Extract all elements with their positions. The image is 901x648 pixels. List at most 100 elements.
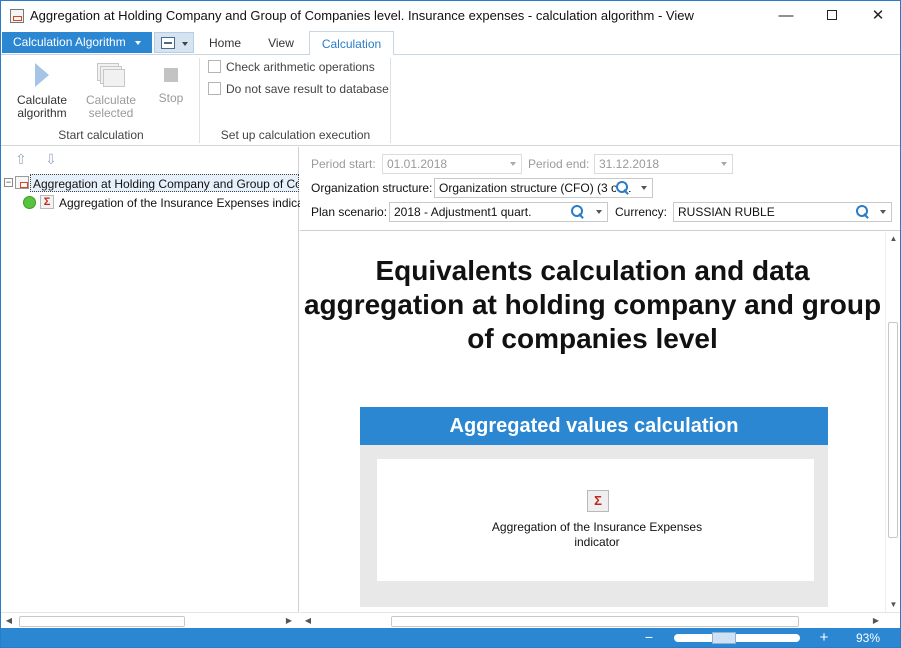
- group-separator: [199, 58, 200, 143]
- app-algorithm-icon: [10, 9, 24, 23]
- calculate-selected-icon: [97, 63, 125, 87]
- button-label: selected: [88, 106, 134, 120]
- checkbox-label: Do not save result to database: [226, 82, 389, 96]
- ribbon-panel: Calculate algorithm Calculate selected Sto…: [1, 55, 900, 146]
- stop-icon: [164, 68, 178, 82]
- currency-field[interactable]: RUSSIAN RUBLE: [673, 202, 892, 222]
- scroll-left-icon[interactable]: ◀: [300, 613, 316, 629]
- tab-calculation[interactable]: Calculation: [309, 31, 394, 56]
- tree-horizontal-scrollbar[interactable]: ◀ ▶: [1, 612, 299, 628]
- chevron-down-icon: [182, 42, 188, 46]
- printer-icon: [161, 37, 175, 49]
- zoom-slider-track[interactable]: [674, 634, 800, 642]
- field-value: 01.01.2018: [387, 157, 448, 171]
- report-canvas: Equivalents calculation and data aggrega…: [300, 232, 885, 612]
- field-value: 2018 - Adjustment1 quart.: [394, 205, 532, 219]
- report-horizontal-scrollbar[interactable]: ◀ ▶: [300, 612, 900, 628]
- period-start-label: Period start:: [311, 157, 376, 171]
- field-value: RUSSIAN RUBLE: [678, 205, 775, 219]
- title-bar: Aggregation at Holding Company and Group…: [1, 1, 900, 31]
- tab-home[interactable]: Home: [198, 31, 252, 55]
- zoom-in-button[interactable]: +: [816, 628, 832, 647]
- collapse-toggle-icon[interactable]: −: [4, 178, 13, 187]
- menu-button-label: Calculation Algorithm: [13, 35, 126, 49]
- algorithm-tree-panel: ⇧ ⇩ − Aggregation at Holding Company and…: [1, 147, 318, 628]
- minimize-button[interactable]: —: [763, 1, 809, 31]
- zoom-slider-thumb[interactable]: [712, 632, 736, 644]
- scroll-up-icon[interactable]: ▲: [886, 232, 900, 246]
- window-title: Aggregation at Holding Company and Group…: [30, 8, 694, 23]
- button-label: algorithm: [17, 106, 67, 120]
- scrollbar-thumb[interactable]: [888, 322, 898, 538]
- calculation-algorithm-menu-button[interactable]: Calculation Algorithm: [2, 32, 152, 53]
- block-item-label[interactable]: Aggregation of the Insurance Expenses in…: [477, 520, 717, 550]
- algorithm-icon: [15, 176, 29, 189]
- scroll-right-icon[interactable]: ▶: [868, 613, 884, 629]
- chevron-down-icon: [510, 162, 516, 166]
- chevron-down-icon: [135, 41, 141, 45]
- button-label: Calculate: [85, 93, 137, 107]
- scrollbar-thumb[interactable]: [19, 616, 185, 627]
- currency-label: Currency:: [615, 205, 668, 219]
- parameters-bar: Period start: 01.01.2018 Period end: 31.…: [300, 147, 900, 231]
- move-up-arrow-icon[interactable]: ⇧: [14, 152, 28, 166]
- maximize-icon: [827, 10, 837, 21]
- scroll-down-icon[interactable]: ▼: [886, 598, 900, 612]
- chevron-down-icon[interactable]: [641, 186, 647, 190]
- field-value: Organization structure (CFO) (3 of 1: [439, 181, 632, 195]
- chevron-down-icon[interactable]: [880, 210, 886, 214]
- move-down-arrow-icon[interactable]: ⇩: [44, 152, 58, 166]
- tab-view[interactable]: View: [254, 31, 308, 55]
- play-icon: [35, 63, 49, 87]
- close-button[interactable]: ✕: [855, 1, 900, 31]
- period-end-label: Period end:: [528, 157, 590, 171]
- ribbon-tab-row: Calculation Algorithm Home View Calculat…: [1, 31, 900, 56]
- scroll-left-icon[interactable]: ◀: [1, 613, 17, 629]
- chevron-down-icon: [721, 162, 727, 166]
- checkbox-label: Check arithmetic operations: [226, 60, 375, 74]
- search-icon[interactable]: [571, 205, 584, 218]
- minimize-icon: —: [778, 7, 794, 24]
- print-button[interactable]: [154, 32, 194, 53]
- tree-root-label: Aggregation at Holding Company and Group…: [30, 174, 299, 192]
- period-end-field[interactable]: 31.12.2018: [594, 154, 733, 174]
- scrollbar-thumb[interactable]: [391, 616, 799, 627]
- block-header: Aggregated values calculation: [360, 407, 828, 445]
- sigma-icon[interactable]: Σ: [587, 490, 609, 512]
- block-content: Σ Aggregation of the Insurance Expenses …: [377, 459, 814, 581]
- report-vertical-scrollbar[interactable]: ▲ ▼: [885, 232, 900, 612]
- search-icon[interactable]: [856, 205, 869, 218]
- field-value: 31.12.2018: [599, 157, 660, 171]
- plan-scenario-field[interactable]: 2018 - Adjustment1 quart.: [389, 202, 608, 222]
- zoom-level: 93%: [856, 631, 881, 645]
- period-start-field[interactable]: 01.01.2018: [382, 154, 522, 174]
- stop-button[interactable]: Stop: [151, 61, 191, 105]
- checkbox-box[interactable]: [208, 82, 221, 95]
- status-ok-icon: [23, 196, 36, 209]
- do-not-save-checkbox[interactable]: Do not save result to database: [208, 82, 389, 98]
- group-separator: [390, 58, 391, 143]
- calculate-selected-button[interactable]: Calculate selected: [81, 61, 141, 120]
- group-caption-start: Start calculation: [58, 128, 144, 142]
- organization-structure-field[interactable]: Organization structure (CFO) (3 of 1: [434, 178, 653, 198]
- zoom-out-button[interactable]: −: [641, 628, 657, 647]
- search-icon[interactable]: [616, 181, 629, 194]
- check-arithmetic-checkbox[interactable]: Check arithmetic operations: [208, 60, 375, 76]
- app-window: Aggregation at Holding Company and Group…: [0, 0, 901, 648]
- tree-root-item[interactable]: − Aggregation at Holding Company and Gro…: [1, 174, 299, 192]
- group-caption-setup: Set up calculation execution: [220, 128, 371, 142]
- calculate-algorithm-button[interactable]: Calculate algorithm: [11, 61, 73, 120]
- sigma-icon: Σ: [40, 195, 54, 209]
- checkbox-box[interactable]: [208, 60, 221, 73]
- button-label: Calculate: [16, 93, 68, 107]
- aggregated-values-block: Aggregated values calculation Σ Aggregat…: [360, 407, 828, 607]
- button-label: Stop: [158, 91, 184, 105]
- tree-child-label: Aggregation of the Insurance Expenses in…: [59, 196, 318, 210]
- close-icon: ✕: [871, 7, 885, 24]
- scroll-right-icon[interactable]: ▶: [281, 613, 297, 629]
- report-panel: Period start: 01.01.2018 Period end: 31.…: [300, 147, 900, 628]
- status-bar: − + 93%: [1, 628, 900, 647]
- maximize-button[interactable]: [809, 1, 855, 31]
- chevron-down-icon[interactable]: [596, 210, 602, 214]
- report-title: Equivalents calculation and data aggrega…: [303, 255, 882, 354]
